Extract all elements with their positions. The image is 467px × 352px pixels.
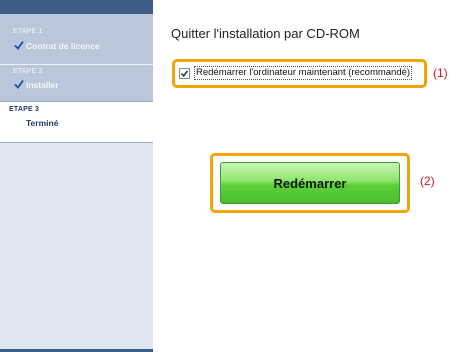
step-number: ETAPE 1 xyxy=(13,28,43,35)
sidebar-step-2: ETAPE 2 Installer xyxy=(0,65,153,101)
sidebar-step-3: ETAPE 3 Terminé xyxy=(0,101,153,143)
restart-button[interactable]: Redémarrer xyxy=(220,162,400,204)
restart-checkbox[interactable] xyxy=(179,67,190,79)
sidebar-top-bar xyxy=(0,0,153,14)
annotation-2: (2) xyxy=(420,174,435,188)
restart-checkbox-label[interactable]: Redémarrer l'ordinateur maintenant (reco… xyxy=(194,66,413,80)
step-number: ETAPE 3 xyxy=(9,106,40,113)
step-label: Terminé xyxy=(26,118,59,128)
checkmark-icon xyxy=(14,79,24,89)
restart-checkbox-row[interactable]: Redémarrer l'ordinateur maintenant (reco… xyxy=(179,64,413,82)
checkmark-icon xyxy=(14,40,24,50)
step-label: Installer xyxy=(26,80,59,90)
step-number: ETAPE 2 xyxy=(13,68,43,75)
checkmark-icon xyxy=(180,70,189,77)
annotation-1: (1) xyxy=(433,66,448,80)
page-title: Quitter l'installation par CD-ROM xyxy=(171,26,360,41)
sidebar-step-1: ETAPE 1 Contrat de licence xyxy=(0,14,153,64)
sidebar: ETAPE 1 Contrat de licence ETAPE 2 Insta… xyxy=(0,0,153,352)
step-label: Contrat de licence xyxy=(26,41,100,51)
